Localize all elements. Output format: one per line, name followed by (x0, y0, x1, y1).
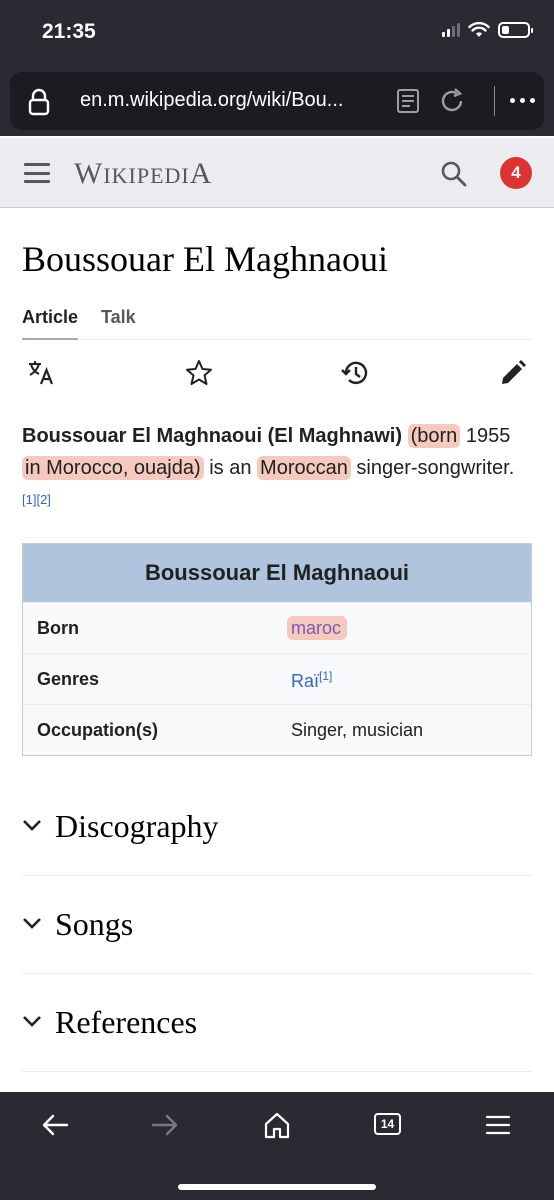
reader-view-icon[interactable] (396, 88, 420, 114)
infobox-value[interactable]: Raï[1] (291, 669, 332, 692)
notifications-badge[interactable]: 4 (500, 157, 532, 189)
highlight-nationality: Moroccan (257, 456, 351, 480)
home-indicator[interactable] (178, 1184, 376, 1190)
section-songs[interactable]: Songs (22, 876, 532, 974)
wikipedia-header: WIKIPEDIA 4 (0, 138, 554, 208)
forward-icon[interactable] (150, 1110, 180, 1140)
genre-link[interactable]: Raï (291, 671, 319, 691)
infobox-label: Genres (37, 669, 100, 689)
tabs-icon[interactable]: 14 (374, 1113, 401, 1135)
subject-name: Boussouar El Maghnaoui (El Maghnawi) (22, 425, 403, 447)
page-tabs: Article Talk (22, 304, 532, 340)
chevron-down-icon (23, 820, 41, 831)
page-title: Boussouar El Maghnaoui (22, 239, 388, 279)
wikipedia-wordmark[interactable]: WIKIPEDIA (74, 157, 212, 191)
watch-star-icon[interactable] (184, 358, 214, 388)
highlight-birthplace: in Morocco, ouajda) (22, 456, 204, 480)
home-icon[interactable] (262, 1110, 292, 1140)
status-icons (442, 22, 533, 38)
genre-reference[interactable]: [1] (319, 669, 332, 683)
section-references[interactable]: References (22, 974, 532, 1072)
tab-article[interactable]: Article (22, 307, 79, 340)
app-menu-icon[interactable] (485, 1110, 511, 1140)
lead-text-occupation: singer-songwriter. (356, 457, 515, 479)
lead-text-is-an: is an (209, 457, 252, 479)
edit-pencil-icon[interactable] (498, 358, 528, 388)
infobox-value[interactable]: maroc (287, 616, 348, 640)
section-title[interactable]: Discography (55, 808, 219, 845)
back-icon[interactable] (40, 1110, 70, 1140)
infobox: Boussouar El Maghnaoui Born maroc Genres… (22, 543, 532, 756)
page-actions (22, 354, 532, 394)
infobox-title: Boussouar El Maghnaoui (23, 544, 531, 602)
birth-year: 1955 (465, 425, 511, 447)
lead-paragraph: Boussouar El Maghnaoui (El Maghnawi) (bo… (22, 420, 532, 522)
infobox-label: Occupation(s) (37, 720, 159, 740)
more-menu-icon[interactable] (510, 98, 535, 103)
reference-links[interactable]: [1][2] (22, 492, 51, 507)
tab-talk[interactable]: Talk (101, 307, 136, 328)
chevron-down-icon (23, 918, 41, 929)
url-bar-divider (494, 86, 495, 116)
url-bar[interactable]: en.m.wikipedia.org/wiki/Bou... (10, 72, 544, 130)
history-icon[interactable] (340, 358, 370, 388)
infobox-row-genres: Genres Raï[1] (23, 653, 531, 704)
infobox-value: Singer, musician (291, 720, 424, 740)
section-title[interactable]: References (55, 1004, 197, 1041)
infobox-row-occupation: Occupation(s) Singer, musician (23, 704, 531, 755)
born-link[interactable]: maroc (287, 616, 348, 640)
reload-icon[interactable] (438, 87, 466, 115)
browser-top-chrome: 21:35 en.m.wikipedia.org/wiki/Bou... (0, 0, 554, 136)
language-icon[interactable] (26, 358, 56, 388)
section-discography[interactable]: Discography (22, 778, 532, 876)
infobox-row-born: Born maroc (23, 602, 531, 653)
hamburger-menu-icon[interactable] (24, 163, 50, 183)
lock-icon (28, 88, 50, 116)
chevron-down-icon (23, 1016, 41, 1027)
cellular-signal-icon (442, 23, 460, 37)
wifi-icon (468, 22, 490, 37)
highlight-born: (born (407, 424, 461, 448)
battery-icon (498, 22, 533, 38)
status-time: 21:35 (42, 20, 96, 43)
search-icon[interactable] (440, 160, 468, 188)
section-title[interactable]: Songs (55, 906, 133, 943)
url-text[interactable]: en.m.wikipedia.org/wiki/Bou... (80, 89, 390, 112)
infobox-label: Born (37, 618, 79, 638)
